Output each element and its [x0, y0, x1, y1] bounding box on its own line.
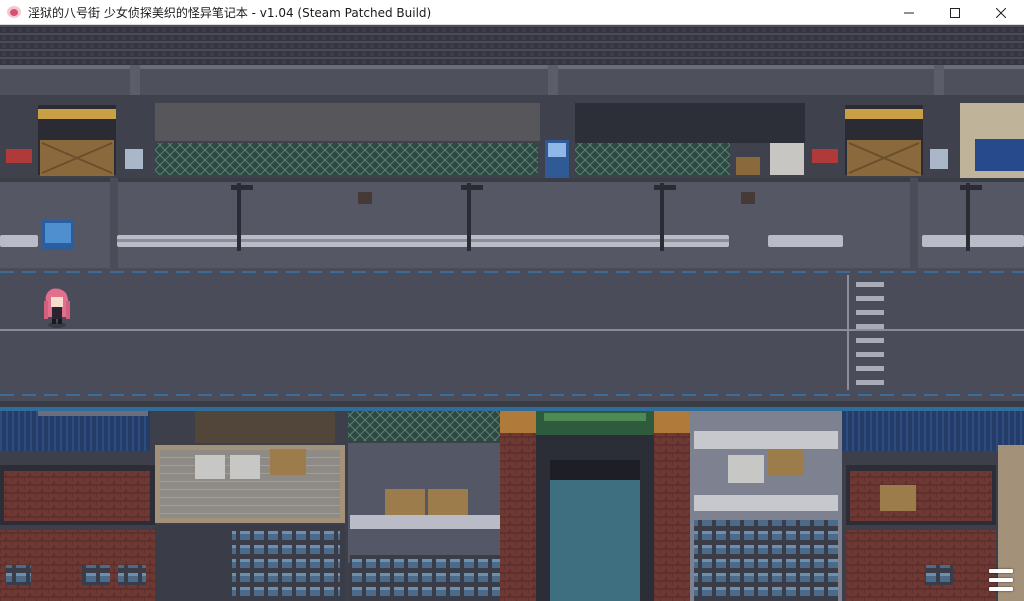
green-fence [155, 143, 538, 175]
app-icon [6, 4, 22, 20]
maximize-button[interactable] [932, 0, 978, 25]
close-button[interactable] [978, 0, 1024, 25]
railway-girder [0, 65, 1024, 95]
window-controls [886, 0, 1024, 25]
window-title: 淫狱的八号街 少女侦探美织的怪异笔记本 - v1.04 (Steam Patch… [28, 5, 432, 20]
maximize-icon [950, 7, 960, 18]
window-titlebar: 淫狱的八号街 少女侦探美织的怪异笔记本 - v1.04 (Steam Patch… [0, 0, 1024, 25]
minimize-button[interactable] [886, 0, 932, 25]
railway-track [0, 25, 1024, 65]
close-icon [996, 7, 1006, 18]
minimize-icon [904, 12, 914, 13]
game-scene [0, 25, 1024, 601]
hamburger-menu-icon[interactable] [986, 567, 1016, 593]
sidewalk [0, 178, 1024, 268]
game-viewport[interactable] [0, 25, 1024, 601]
green-fence-2 [575, 143, 730, 175]
